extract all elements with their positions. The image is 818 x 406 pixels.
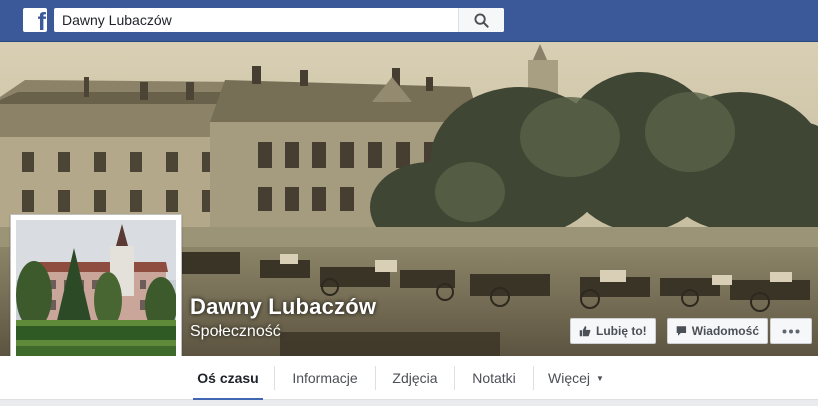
magnifier-icon bbox=[474, 12, 489, 28]
tab-divider bbox=[533, 366, 534, 390]
like-button[interactable]: Lubię to! bbox=[570, 318, 656, 344]
top-bar: f bbox=[0, 0, 818, 42]
tab-divider bbox=[375, 366, 376, 390]
page-category[interactable]: Społeczność bbox=[190, 323, 281, 341]
tab-more[interactable]: Więcej ▼ bbox=[544, 356, 608, 400]
speech-bubble-icon bbox=[676, 326, 687, 336]
message-button-label: Wiadomość bbox=[691, 324, 759, 338]
caret-down-icon: ▼ bbox=[596, 374, 604, 384]
ellipsis-icon bbox=[782, 329, 800, 333]
search-button[interactable] bbox=[458, 8, 504, 32]
like-button-label: Lubię to! bbox=[596, 324, 647, 338]
thumbs-up-icon bbox=[579, 326, 591, 337]
more-options-button[interactable] bbox=[770, 318, 812, 344]
message-button[interactable]: Wiadomość bbox=[667, 318, 768, 344]
facebook-logo-icon[interactable]: f bbox=[23, 8, 47, 32]
profile-image bbox=[16, 220, 176, 378]
tab-about[interactable]: Informacje bbox=[286, 356, 364, 400]
tab-divider bbox=[274, 366, 275, 390]
page-tab-bar: Oś czasu Informacje Zdjęcia Notatki Więc… bbox=[0, 356, 818, 401]
tab-notes[interactable]: Notatki bbox=[465, 356, 523, 400]
tab-divider bbox=[454, 366, 455, 390]
page-background bbox=[0, 400, 818, 406]
tab-more-label: Więcej bbox=[548, 370, 591, 386]
search-box bbox=[54, 8, 504, 32]
search-input[interactable] bbox=[54, 8, 458, 32]
tab-photos[interactable]: Zdjęcia bbox=[386, 356, 444, 400]
page-title: Dawny Lubaczów bbox=[190, 294, 377, 319]
tab-timeline[interactable]: Oś czasu bbox=[193, 356, 263, 401]
